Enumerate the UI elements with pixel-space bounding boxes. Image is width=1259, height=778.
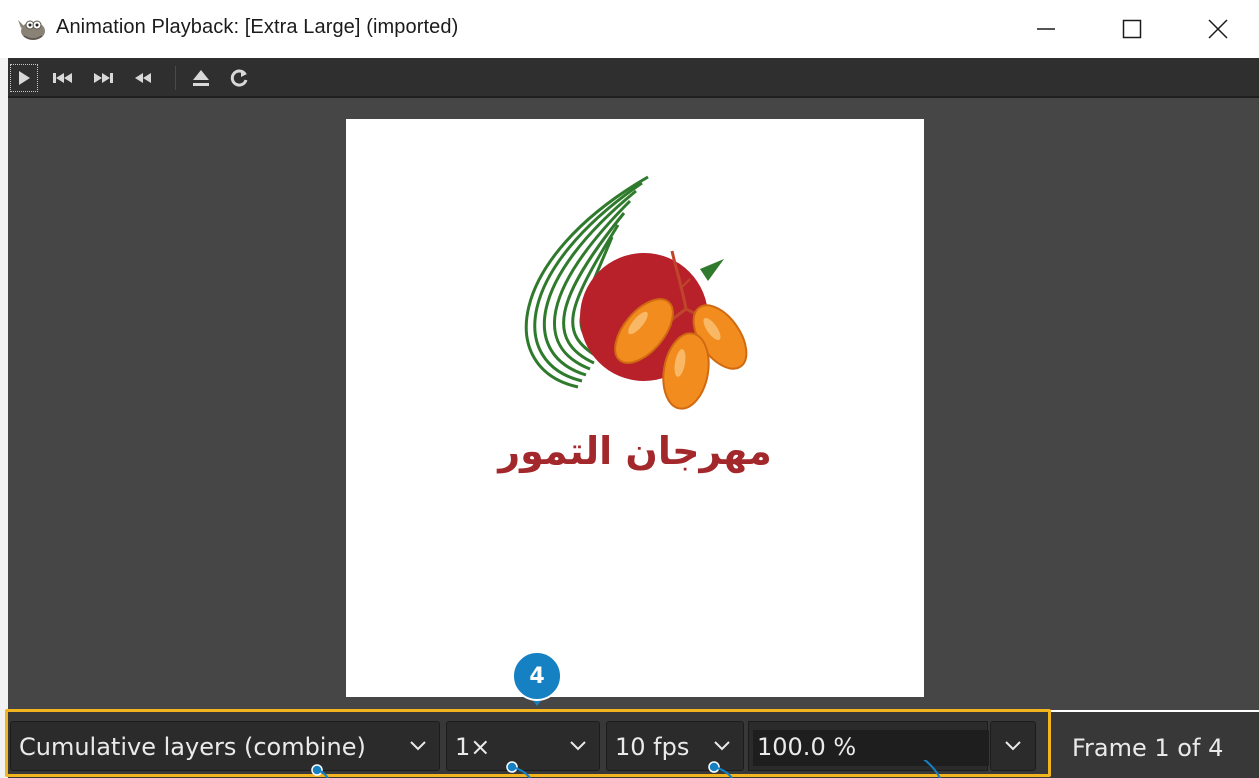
toolbar-separator [175, 66, 176, 90]
play-button[interactable] [10, 64, 38, 92]
callout-pointers [311, 760, 941, 778]
minimize-icon [1037, 28, 1055, 30]
animation-frame: مهرجان التمور [346, 119, 924, 697]
reload-button[interactable] [226, 64, 252, 92]
logo-text: مهرجان التمور [498, 429, 772, 473]
refresh-icon [230, 69, 248, 87]
maximize-button[interactable] [1089, 0, 1175, 58]
dates-festival-logo [524, 175, 748, 410]
window-title: Animation Playback: [Extra Large] (impor… [56, 16, 459, 38]
window-border [0, 58, 8, 778]
callout-badge: 4 [512, 651, 562, 701]
eject-icon [193, 70, 209, 86]
first-frame-button[interactable] [50, 64, 76, 92]
last-frame-button[interactable] [90, 64, 116, 92]
minimize-button[interactable] [1003, 0, 1089, 58]
close-button[interactable] [1175, 0, 1259, 58]
rewind-icon [135, 73, 151, 83]
close-icon [1208, 19, 1228, 39]
detach-button[interactable] [188, 64, 214, 92]
title-bar: Animation Playback: [Extra Large] (impor… [0, 0, 1259, 58]
gimp-app-icon [18, 20, 45, 40]
playback-toolbar [8, 58, 1259, 98]
frame-counter: Frame 1 of 4 [1072, 734, 1224, 762]
rewind-button[interactable] [130, 64, 156, 92]
last-frame-icon [94, 73, 113, 83]
maximize-icon [1122, 19, 1142, 39]
first-frame-icon [53, 73, 72, 83]
play-icon [19, 71, 30, 85]
callout-number: 4 [529, 664, 545, 689]
